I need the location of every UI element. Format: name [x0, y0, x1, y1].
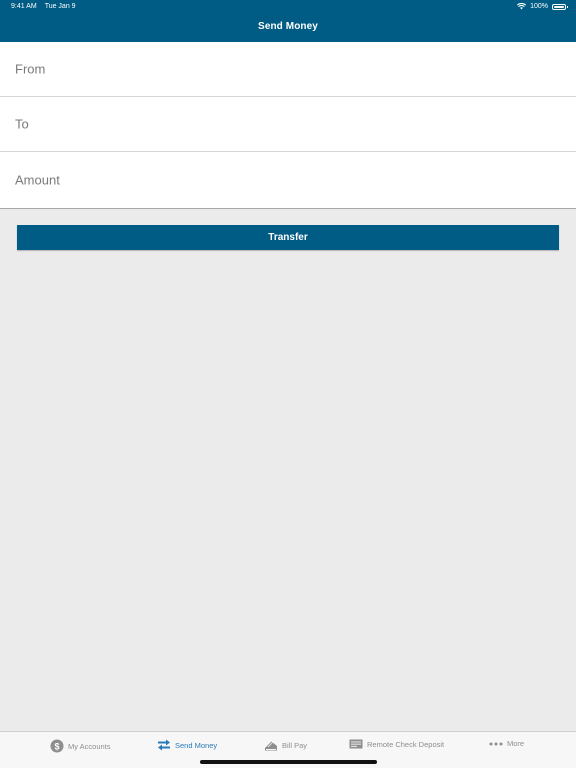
- header: 9:41 AM Tue Jan 9 100% Send Money: [0, 0, 576, 42]
- from-field-label: From: [15, 61, 46, 77]
- battery-percent: 100%: [530, 3, 548, 10]
- to-field-label: To: [15, 116, 29, 132]
- page-title: Send Money: [258, 21, 318, 32]
- amount-field-label: Amount: [15, 172, 60, 188]
- home-indicator: [200, 760, 377, 764]
- wifi-icon: [517, 2, 527, 10]
- tab-send-money[interactable]: Send Money: [157, 739, 217, 751]
- to-field[interactable]: To: [0, 97, 576, 152]
- amount-field[interactable]: Amount: [0, 152, 576, 209]
- check-icon: [349, 739, 363, 749]
- status-right: 100%: [517, 2, 568, 10]
- transfer-arrows-icon: [158, 739, 170, 751]
- dollar-icon: $: [50, 739, 64, 753]
- tab-more-label: More: [507, 739, 525, 748]
- tab-my-accounts[interactable]: $ My Accounts: [50, 739, 111, 753]
- status-left: 9:41 AM Tue Jan 9: [11, 3, 76, 10]
- from-field[interactable]: From: [0, 42, 576, 97]
- bill-pay-icon: [265, 741, 277, 751]
- svg-text:$: $: [54, 741, 59, 751]
- status-date: Tue Jan 9: [44, 3, 76, 10]
- tab-more[interactable]: More: [489, 739, 524, 748]
- tab-bill-pay-label: Bill Pay: [282, 740, 308, 750]
- transfer-form: From To Amount: [0, 42, 576, 209]
- transfer-button[interactable]: Transfer: [17, 225, 559, 250]
- battery-icon: [552, 3, 568, 10]
- tab-send-money-label: Send Money: [175, 740, 218, 750]
- more-dots-icon: [489, 742, 503, 745]
- status-bar: 9:41 AM Tue Jan 9 100%: [0, 0, 576, 14]
- status-time: 9:41 AM: [11, 3, 37, 10]
- tab-remote-check-deposit-label: Remote Check Deposit: [367, 739, 445, 749]
- tab-bill-pay[interactable]: Bill Pay: [264, 739, 307, 751]
- tab-remote-check-deposit[interactable]: Remote Check Deposit: [349, 739, 444, 749]
- tab-my-accounts-label: My Accounts: [68, 741, 111, 751]
